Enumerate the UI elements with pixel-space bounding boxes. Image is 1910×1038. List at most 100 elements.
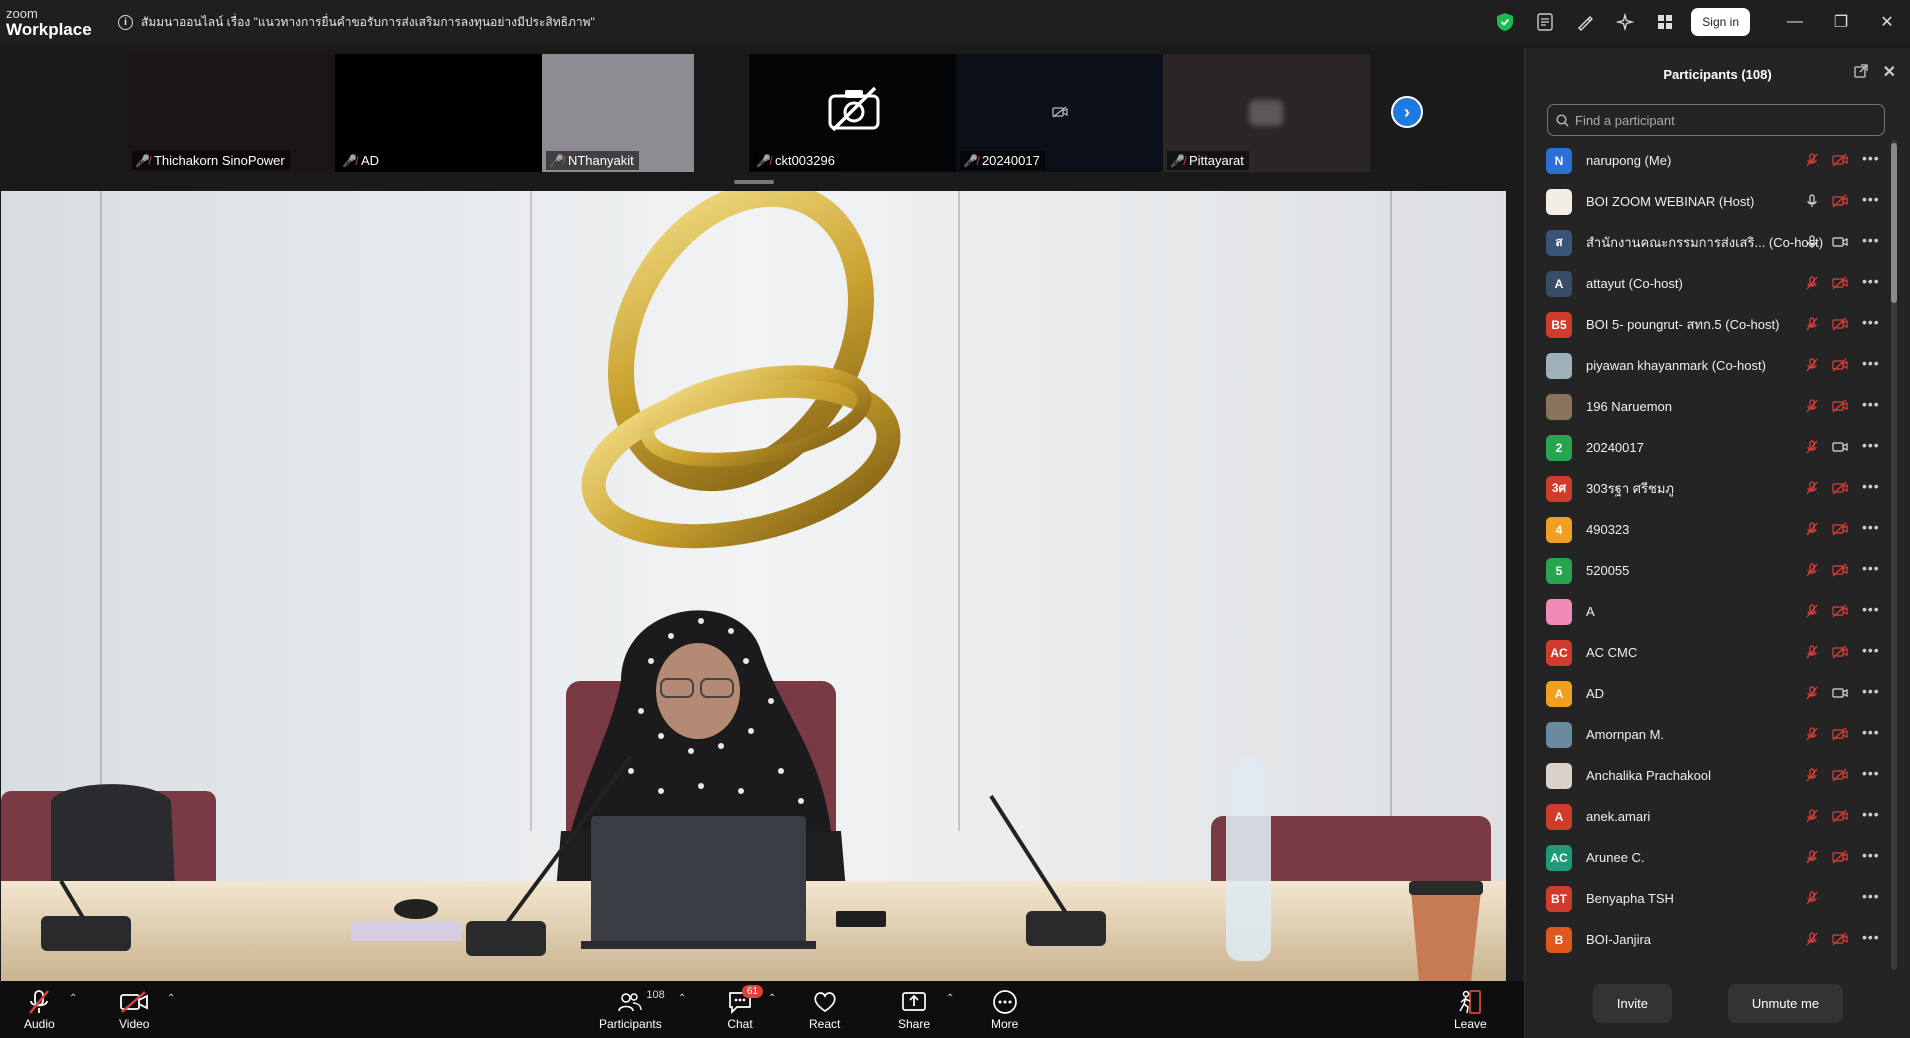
video-off-icon[interactable]	[1832, 153, 1848, 172]
more-options-icon[interactable]: •••	[1862, 765, 1880, 781]
participant-row[interactable]: 4 490323 •••	[1525, 509, 1895, 550]
ai-companion-icon[interactable]	[1605, 0, 1645, 44]
strip-resize-handle[interactable]	[734, 180, 774, 184]
participant-row[interactable]: Aanek.amari •••	[1525, 796, 1895, 837]
more-options-icon[interactable]: •••	[1862, 191, 1880, 207]
mic-muted-icon[interactable]	[1805, 686, 1819, 705]
participant-row[interactable]: AC AC CMC •••	[1525, 632, 1895, 673]
participant-search[interactable]	[1547, 104, 1885, 136]
participant-row[interactable]: BOI ZOOM WEBINAR (Host) •••	[1525, 181, 1895, 222]
more-options-icon[interactable]: •••	[1862, 683, 1880, 699]
more-options-icon[interactable]: •••	[1862, 478, 1880, 494]
mic-muted-icon[interactable]	[1805, 522, 1819, 541]
more-options-icon[interactable]: •••	[1862, 314, 1880, 330]
audio-options-caret[interactable]: ⌃	[69, 993, 77, 1004]
participant-row[interactable]: 5 520055 •••	[1525, 550, 1895, 591]
more-options-icon[interactable]: •••	[1862, 437, 1880, 453]
video-off-icon[interactable]	[1832, 932, 1848, 951]
more-options-icon[interactable]: •••	[1862, 642, 1880, 658]
thumbnail-tile[interactable]: 🎤̸ Pittayarat	[1163, 54, 1370, 172]
mic-muted-icon[interactable]	[1805, 399, 1819, 418]
mic-muted-icon[interactable]	[1805, 850, 1819, 869]
mic-muted-icon[interactable]	[1805, 645, 1819, 664]
thumbnail-tile[interactable]: 🎤̸ NThanyakit	[542, 54, 749, 172]
video-off-icon[interactable]	[1832, 399, 1848, 418]
chat-button[interactable]: 61 Chat	[727, 985, 763, 1031]
notes-icon[interactable]	[1525, 0, 1565, 44]
unmute-me-button[interactable]: Unmute me	[1727, 983, 1844, 1023]
mic-muted-icon[interactable]	[1805, 153, 1819, 172]
participant-row[interactable]: Nnarupong (Me) •••	[1525, 140, 1895, 181]
mic-muted-icon[interactable]	[1805, 891, 1819, 910]
thumbnail-tile[interactable]: 🎤̸ ckt003296	[749, 54, 956, 172]
participant-row[interactable]: piyawan khayanmark (Co-host) •••	[1525, 345, 1895, 386]
more-options-icon[interactable]: •••	[1862, 888, 1880, 904]
react-button[interactable]: React	[809, 987, 840, 1031]
mic-muted-icon[interactable]	[1805, 440, 1819, 459]
audio-button[interactable]: Audio	[24, 987, 55, 1031]
thumbnail-tile[interactable]: 🎤̸ Thichakorn SinoPower	[128, 54, 335, 172]
leave-button[interactable]: Leave	[1454, 987, 1487, 1031]
mic-muted-icon[interactable]	[1805, 481, 1819, 500]
thumbnail-tile[interactable]: 🎤̸ AD	[335, 54, 542, 172]
minimize-button[interactable]: —	[1772, 0, 1818, 44]
info-icon[interactable]: i	[118, 14, 133, 30]
mic-muted-icon[interactable]	[1805, 358, 1819, 377]
mic-muted-icon[interactable]	[1805, 932, 1819, 951]
more-options-icon[interactable]: •••	[1862, 601, 1880, 617]
meeting-info[interactable]: i สัมมนาออนไลน์ เรื่อง "แนวทางการยื่นคำข…	[118, 13, 595, 32]
participant-row[interactable]: Amornpan M. •••	[1525, 714, 1895, 755]
more-options-icon[interactable]: •••	[1862, 724, 1880, 740]
participant-list-scroll-thumb[interactable]	[1891, 143, 1897, 303]
more-options-icon[interactable]: •••	[1862, 929, 1880, 945]
video-off-icon[interactable]	[1832, 481, 1848, 500]
pop-out-icon[interactable]	[1854, 64, 1868, 81]
participant-row[interactable]: 3ศ 303รฐา ศรีชมภู •••	[1525, 468, 1895, 509]
more-options-icon[interactable]: •••	[1862, 806, 1880, 822]
mic-icon[interactable]	[1805, 235, 1819, 254]
video-off-icon[interactable]	[1832, 645, 1848, 664]
more-options-icon[interactable]: •••	[1862, 847, 1880, 863]
more-button[interactable]: More	[991, 987, 1018, 1031]
video-off-icon[interactable]	[1832, 809, 1848, 828]
participant-row[interactable]: 2 20240017 •••	[1525, 427, 1895, 468]
thumbnail-tile[interactable]: 🎤̸ 20240017	[956, 54, 1163, 172]
participant-row[interactable]: ส สำนักงานคณะกรรมการส่งเสริ... (Co-host) •…	[1525, 222, 1895, 263]
search-input[interactable]	[1575, 112, 1865, 128]
mic-muted-icon[interactable]	[1805, 604, 1819, 623]
more-options-icon[interactable]: •••	[1862, 232, 1880, 248]
share-options-caret[interactable]: ⌃	[946, 993, 954, 1004]
participant-row[interactable]: A AD •••	[1525, 673, 1895, 714]
mic-muted-icon[interactable]	[1805, 276, 1819, 295]
video-off-icon[interactable]	[1832, 727, 1848, 746]
video-off-icon[interactable]	[1832, 358, 1848, 377]
restore-button[interactable]: ❐	[1818, 0, 1864, 44]
more-options-icon[interactable]: •••	[1862, 150, 1880, 166]
more-options-icon[interactable]: •••	[1862, 273, 1880, 289]
more-options-icon[interactable]: •••	[1862, 355, 1880, 371]
video-icon[interactable]	[1832, 440, 1848, 459]
apps-grid-icon[interactable]	[1645, 0, 1685, 44]
share-button[interactable]: Share	[898, 987, 930, 1031]
whiteboard-pen-icon[interactable]	[1565, 0, 1605, 44]
participant-row[interactable]: AC Arunee C. •••	[1525, 837, 1895, 878]
sign-in-button[interactable]: Sign in	[1691, 8, 1750, 36]
video-off-icon[interactable]	[1832, 276, 1848, 295]
video-off-icon[interactable]	[1832, 604, 1848, 623]
active-speaker-video[interactable]	[1, 191, 1506, 981]
video-off-icon[interactable]	[1832, 194, 1848, 213]
video-icon[interactable]	[1832, 235, 1848, 254]
invite-button[interactable]: Invite	[1592, 983, 1672, 1023]
video-off-icon[interactable]	[1832, 768, 1848, 787]
more-options-icon[interactable]: •••	[1862, 560, 1880, 576]
participant-row[interactable]: B5 BOI 5- poungrut- สทก.5 (Co-host) •••	[1525, 304, 1895, 345]
participants-button[interactable]: 108 Participants	[599, 987, 665, 1031]
chat-options-caret[interactable]: ⌃	[768, 993, 776, 1004]
shield-icon[interactable]	[1485, 0, 1525, 44]
video-off-icon[interactable]	[1832, 563, 1848, 582]
video-off-icon[interactable]	[1832, 522, 1848, 541]
video-off-icon[interactable]	[1832, 850, 1848, 869]
participant-row[interactable]: Anchalika Prachakool •••	[1525, 755, 1895, 796]
participant-row[interactable]: Aattayut (Co-host) •••	[1525, 263, 1895, 304]
mic-icon[interactable]	[1805, 194, 1819, 213]
